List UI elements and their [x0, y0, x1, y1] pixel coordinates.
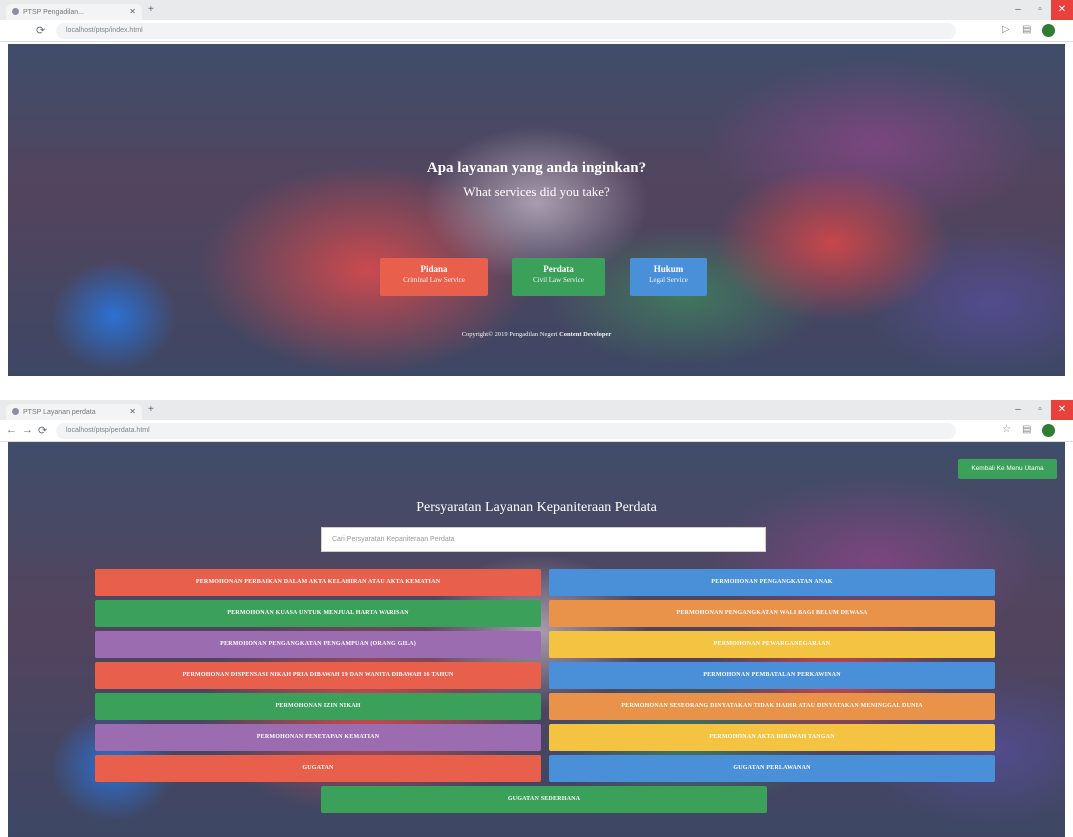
service-button[interactable]: Gugatan [95, 755, 541, 782]
copyright-strong: Content Developer [559, 331, 612, 338]
bookmark-star-icon[interactable]: ☆ [1002, 424, 1011, 435]
service-button[interactable]: Permohonan Pengangkatan Pengampuan (Oran… [95, 631, 541, 658]
perdata-page: Kembali Ke Menu Utama Persyaratan Layana… [8, 442, 1065, 837]
profile-avatar[interactable] [1042, 424, 1055, 437]
service-button[interactable]: Gugatan Sederhana [321, 786, 767, 813]
browser-tab[interactable]: PTSP Layanan perdata ✕ [6, 404, 142, 420]
maximize-button[interactable]: ▫ [1029, 400, 1051, 420]
perdata-button[interactable]: Perdata Civil Law Service [512, 258, 605, 296]
hero-subtitle: What services did you take? [463, 184, 610, 199]
extension-icon[interactable]: ▷ [1002, 24, 1010, 35]
pidana-title: Pidana [420, 264, 448, 274]
service-button[interactable]: Permohonan Penetapan Kematian [95, 724, 541, 751]
favicon-icon [12, 8, 19, 15]
service-button[interactable]: Permohonan Pengangkatan Anak [549, 569, 995, 596]
landing-page: Apa layanan yang anda inginkan? What ser… [8, 44, 1065, 376]
new-tab-button[interactable]: + [148, 4, 154, 15]
extension-icon[interactable]: ▤ [1022, 424, 1031, 435]
minimize-button[interactable]: – [1007, 400, 1029, 420]
minimize-button[interactable]: – [1007, 0, 1029, 20]
reload-icon[interactable]: ⟳ [36, 24, 45, 37]
service-button[interactable]: Permohonan Izin Nikah [95, 693, 541, 720]
service-button[interactable]: Permohonan Seseorang Dinyatakan Tidak Ha… [549, 693, 995, 720]
copyright-main: Copyright© 2019 Pengadilan Negeri [461, 331, 558, 338]
address-bar[interactable]: localhost/ptsp/perdata.html [56, 423, 956, 439]
tab-bar: PTSP Pengadilan... ✕ + – ▫ ✕ [0, 0, 1073, 20]
service-button[interactable]: Permohonan Pewarganegaraan [549, 631, 995, 658]
service-button[interactable]: Permohonan Perbaikan Dalam Akta Kelahira… [95, 569, 541, 596]
pidana-subtitle: Criminal Law Service [403, 276, 465, 284]
close-tab-icon[interactable]: ✕ [129, 407, 136, 416]
maximize-button[interactable]: ▫ [1029, 0, 1051, 20]
perdata-subtitle: Civil Law Service [533, 276, 584, 284]
hukum-subtitle: Legal Service [649, 276, 688, 284]
perdata-title: Perdata [543, 264, 574, 274]
copyright-text: Copyright© 2019 Pengadilan Negeri Conten… [8, 331, 1065, 338]
window-close-button[interactable]: ✕ [1051, 0, 1073, 20]
service-button[interactable]: Permohonan Kuasa Untuk Menjual Harta War… [95, 600, 541, 627]
forward-icon[interactable]: → [22, 424, 33, 436]
close-tab-icon[interactable]: ✕ [129, 7, 136, 16]
back-icon[interactable]: ← [6, 424, 17, 436]
reload-icon[interactable]: ⟳ [38, 424, 47, 437]
bookmark-icon[interactable]: ▤ [1022, 24, 1031, 35]
url-text: localhost/ptsp/perdata.html [66, 427, 150, 434]
address-bar[interactable]: localhost/ptsp/index.html [56, 23, 956, 39]
pidana-button[interactable]: Pidana Criminal Law Service [380, 258, 488, 296]
browser-window-bottom: PTSP Layanan perdata ✕ + – ▫ ✕ ← → ⟳ loc… [0, 400, 1073, 442]
service-button[interactable]: Permohonan Akta Dibawah Tangan [549, 724, 995, 751]
hukum-button[interactable]: Hukum Legal Service [630, 258, 707, 296]
service-button[interactable]: Permohonan Pengangkatan Wali Bagi Belum … [549, 600, 995, 627]
browser-tab[interactable]: PTSP Pengadilan... ✕ [6, 4, 142, 20]
back-to-menu-button[interactable]: Kembali Ke Menu Utama [958, 459, 1057, 479]
hukum-title: Hukum [653, 264, 684, 274]
tab-title: PTSP Layanan perdata [23, 409, 96, 416]
hero-title: Apa layanan yang anda inginkan? [426, 160, 647, 176]
toolbar: ⟳ localhost/ptsp/index.html ▷ ▤ [0, 20, 1073, 42]
url-text: localhost/ptsp/index.html [66, 27, 143, 34]
favicon-icon [12, 408, 19, 415]
search-input[interactable]: Cari Persyaratan Kepaniteraan Perdata [321, 527, 766, 552]
profile-avatar[interactable] [1042, 24, 1055, 37]
service-button[interactable]: Permohonan Pembatalan Perkawinan [549, 662, 995, 689]
tab-title: PTSP Pengadilan... [23, 9, 84, 16]
new-tab-button[interactable]: + [148, 404, 154, 415]
service-button[interactable]: Gugatan Perlawanan [549, 755, 995, 782]
tab-bar: PTSP Layanan perdata ✕ + – ▫ ✕ [0, 400, 1073, 420]
window-close-button[interactable]: ✕ [1051, 400, 1073, 420]
service-button[interactable]: Permohonan Dispensasi Nikah Pria Dibawah… [95, 662, 541, 689]
browser-window-top: PTSP Pengadilan... ✕ + – ▫ ✕ ⟳ localhost… [0, 0, 1073, 42]
page-title: Persyaratan Layanan Kepaniteraan Perdata [416, 500, 657, 515]
toolbar: ← → ⟳ localhost/ptsp/perdata.html ☆ ▤ [0, 420, 1073, 442]
